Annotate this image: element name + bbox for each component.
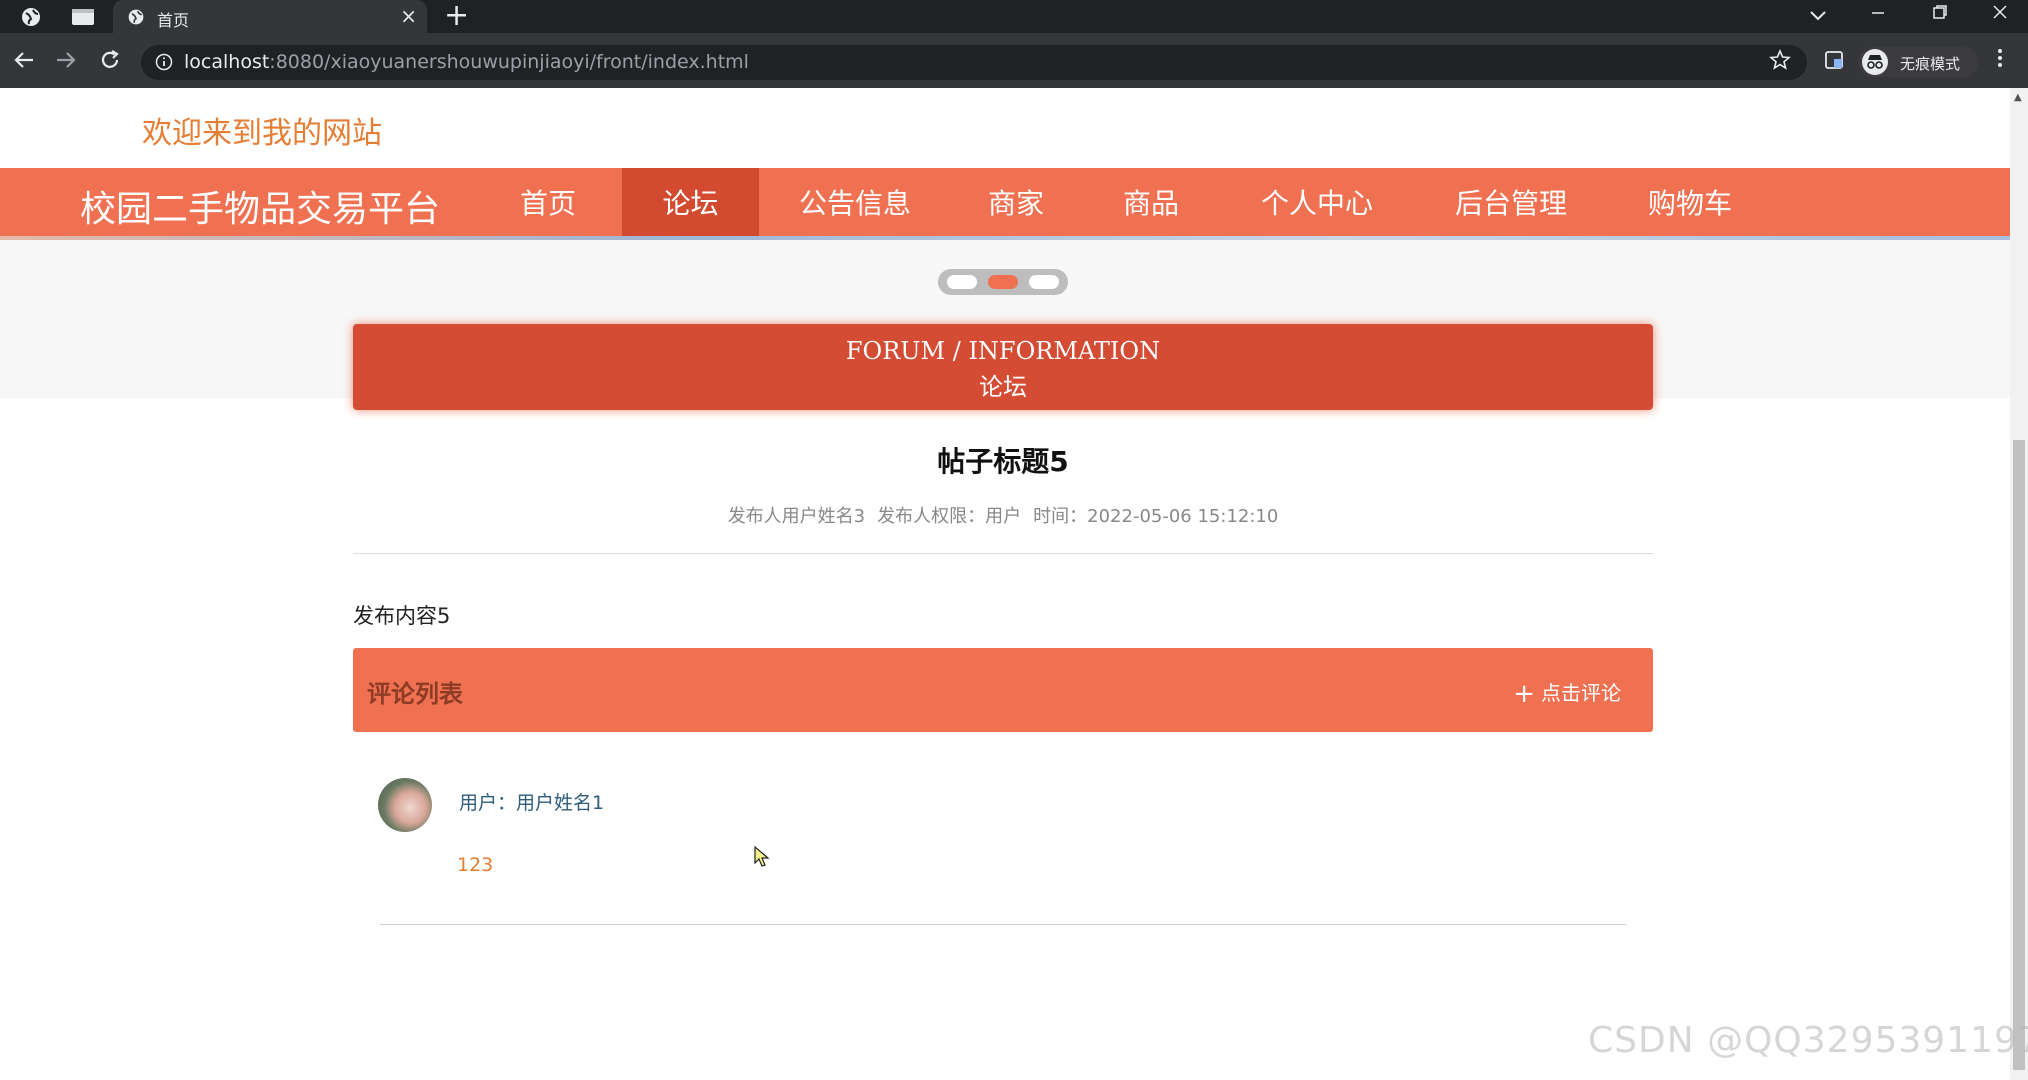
restore-icon[interactable] <box>1932 4 1948 25</box>
post-role: 发布人权限：用户 <box>877 506 1022 527</box>
mouse-cursor-icon <box>754 845 770 872</box>
tab-search-icon[interactable] <box>1810 6 1826 25</box>
globe-icon <box>127 8 145 30</box>
globe-icon[interactable] <box>18 4 44 30</box>
back-arrow-icon[interactable] <box>10 46 38 74</box>
carousel-dot[interactable] <box>947 275 977 289</box>
post-time: 时间：2022-05-06 15:12:10 <box>1033 506 1279 527</box>
browser-toolbar: localhost:8080/xiaoyuanershouwupinjiaoyi… <box>0 33 2028 88</box>
url-path: :8080/xiaoyuanershouwupinjiaoyi/front/in… <box>269 51 749 73</box>
add-comment-label: 点击评论 <box>1541 681 1621 705</box>
forum-header-en: FORUM / INFORMATION <box>845 337 1161 365</box>
nav-item-admin[interactable]: 后台管理 <box>1441 168 1581 236</box>
avatar <box>378 778 432 832</box>
carousel-dot-active[interactable] <box>988 275 1018 289</box>
forum-header-cn: 论坛 <box>979 373 1027 401</box>
comment-list-label: 评论列表 <box>367 680 463 708</box>
page-viewport: 欢迎来到我的网站 校园二手物品交易平台 首页 论坛 公告信息 商家 商品 个人中… <box>0 88 2028 1080</box>
add-comment-button[interactable]: + 点击评论 <box>1513 677 1621 709</box>
nav-item-cart[interactable]: 购物车 <box>1630 168 1750 236</box>
page-scrollbar[interactable]: ▲ <box>2010 88 2028 1080</box>
nav-item-announcements[interactable]: 公告信息 <box>785 168 925 236</box>
comment-text: 123 <box>457 854 494 876</box>
divider <box>353 553 1653 554</box>
scrollbar-thumb[interactable] <box>2013 440 2025 1070</box>
comment-user: 用户：用户姓名1 <box>459 792 605 814</box>
plus-icon: + <box>1513 679 1535 709</box>
scroll-up-icon[interactable]: ▲ <box>2014 92 2022 103</box>
nav-item-forum[interactable]: 论坛 <box>622 168 759 236</box>
star-icon[interactable] <box>1769 48 1791 77</box>
comment-divider <box>380 924 1626 925</box>
carousel-dot[interactable] <box>1029 275 1059 289</box>
menu-dots-icon[interactable] <box>1997 47 2003 74</box>
extension-icon[interactable] <box>1824 50 1844 74</box>
tab-title: 首页 <box>157 11 190 30</box>
welcome-text: 欢迎来到我的网站 <box>142 116 382 151</box>
carousel-indicator <box>938 269 1068 295</box>
url-text: localhost:8080/xiaoyuanershouwupinjiaoyi… <box>184 51 749 73</box>
incognito-label: 无痕模式 <box>1900 55 1961 73</box>
post-content: 发布内容5 <box>353 604 451 628</box>
watermark: CSDN @QQ3295391197 <box>1588 1020 2028 1061</box>
close-tab-icon[interactable]: × <box>400 5 417 27</box>
main-navbar: 校园二手物品交易平台 首页 论坛 公告信息 商家 商品 个人中心 后台管理 购物… <box>0 168 2010 240</box>
forum-header: FORUM / INFORMATION 论坛 <box>353 324 1653 410</box>
forward-arrow-icon[interactable] <box>52 46 80 74</box>
info-icon[interactable] <box>155 53 173 75</box>
nav-item-products[interactable]: 商品 <box>1098 168 1204 236</box>
incognito-badge[interactable]: 无痕模式 <box>1858 47 1978 77</box>
reload-icon[interactable] <box>96 46 124 74</box>
post-title: 帖子标题5 <box>937 445 1069 478</box>
browser-tab[interactable]: 首页 × <box>113 0 427 33</box>
comment-list-header: 评论列表 + 点击评论 <box>353 648 1653 732</box>
post-author: 发布人用户姓名3 <box>727 506 866 527</box>
incognito-icon <box>1862 49 1888 75</box>
new-tab-button[interactable]: + <box>444 1 469 31</box>
window-icon[interactable] <box>70 4 96 30</box>
browser-tab-bar: 首页 × + <box>0 0 2028 33</box>
url-host: localhost <box>184 51 270 73</box>
nav-item-home[interactable]: 首页 <box>495 168 601 236</box>
minimize-icon[interactable] <box>1870 4 1886 25</box>
site-title[interactable]: 校园二手物品交易平台 <box>80 180 440 232</box>
post-meta: 发布人用户姓名3 发布人权限：用户 时间：2022-05-06 15:12:10 <box>353 502 1653 528</box>
nav-item-merchants[interactable]: 商家 <box>963 168 1069 236</box>
address-bar[interactable]: localhost:8080/xiaoyuanershouwupinjiaoyi… <box>141 45 1807 80</box>
close-window-icon[interactable] <box>1992 4 2008 25</box>
nav-item-personal-center[interactable]: 个人中心 <box>1247 168 1387 236</box>
